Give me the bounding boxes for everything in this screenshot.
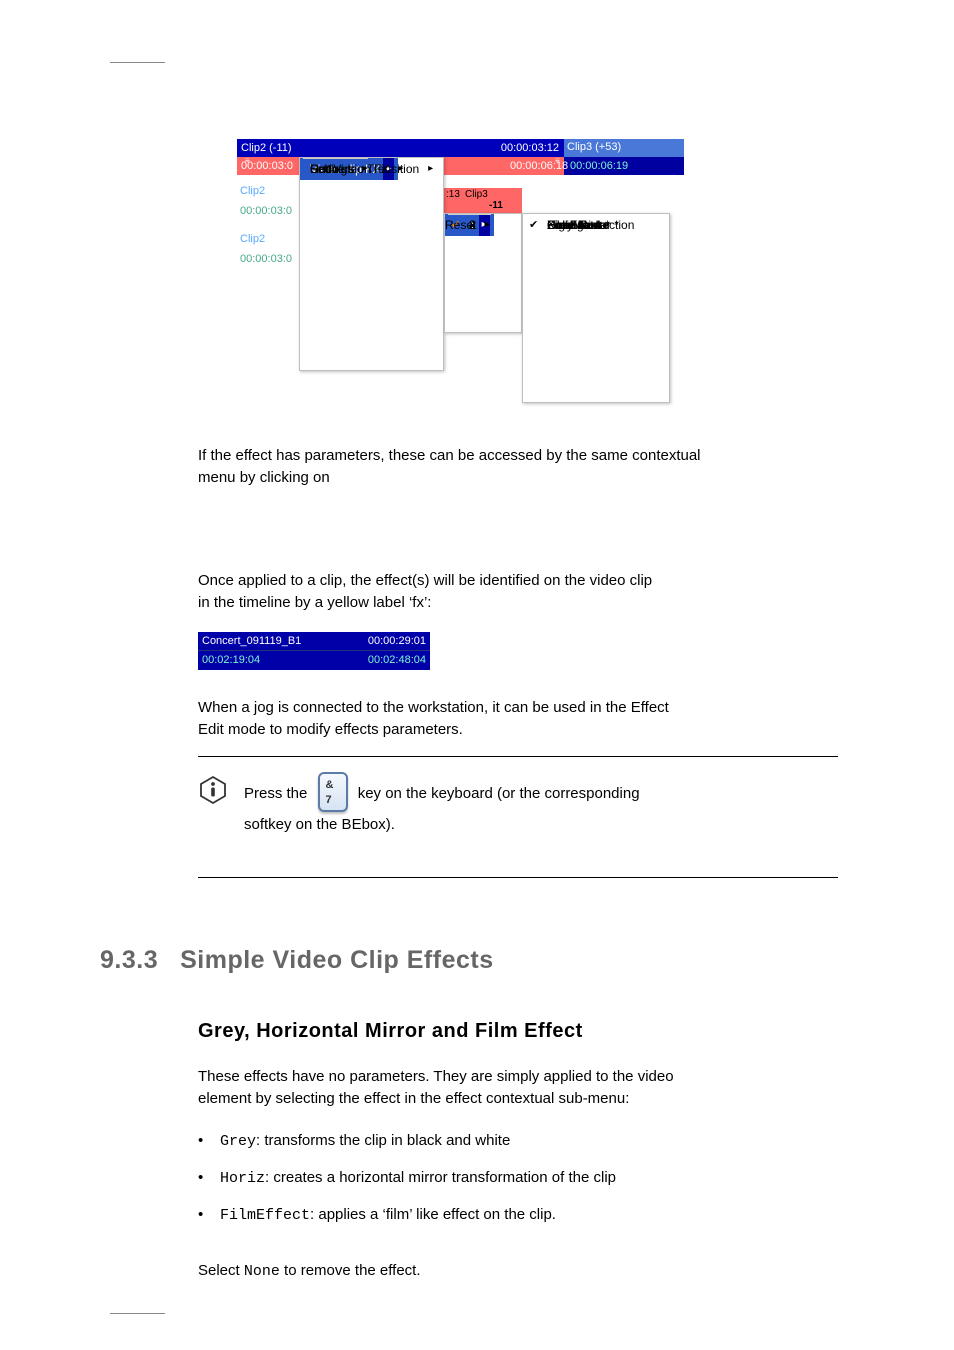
key-ampersand-7-icon: & 7 xyxy=(318,772,348,812)
paragraph: These effects have no parameters. They a… xyxy=(198,1066,838,1110)
grip-icon: ≡ xyxy=(555,156,559,165)
context-menu: Clip▸ Speed▸ Video clip FX▸ Conversion F… xyxy=(299,157,444,371)
note-text: Press the & 7 key on the keyboard (or th… xyxy=(244,774,838,837)
clip2-label: Clip2 (-11) xyxy=(238,140,295,156)
overlay-name: Clip3 xyxy=(465,189,488,200)
overlay-tc: :13 xyxy=(446,189,460,200)
clip-tc-out: 00:02:48:04 xyxy=(368,651,426,670)
section-heading: 9.3.3Simple Video Clip Effects xyxy=(100,946,494,975)
track-label: Clip2 xyxy=(240,233,265,245)
divider xyxy=(198,756,838,757)
divider xyxy=(198,877,838,878)
chevron-right-icon: ▸ xyxy=(428,158,433,180)
overlay-offset: -11 xyxy=(489,200,503,211)
grip-icon: ≡ xyxy=(245,156,249,165)
chevron-right-icon: ▸ xyxy=(362,158,367,180)
clip3-tc-b: 00:00:06:19 xyxy=(567,158,631,174)
clip2-tc: 00:00:03:12 xyxy=(498,140,562,156)
track-tc: 00:00:03:0 xyxy=(240,205,292,217)
clip3-tc-a: 00:00:06:18 xyxy=(507,158,571,174)
clip-name: Concert_091119_B1 xyxy=(202,632,301,651)
subsection-heading: Grey, Horizontal Mirror and Film Effect xyxy=(198,1020,583,1043)
paragraph: When a jog is connected to the workstati… xyxy=(198,697,838,741)
screenshot-contextual-menu: Clip2 (-11) 00:00:03:12 Clip3 (+53) 00:0… xyxy=(237,139,684,404)
menu-item-settings[interactable]: Settings▸ xyxy=(300,158,371,180)
note-icon xyxy=(198,775,228,810)
effect-list: •Grey: transforms the clip in black and … xyxy=(198,1130,838,1226)
paragraph: Select None to remove the effect. xyxy=(198,1260,838,1283)
clip3-header: Clip3 (+53) xyxy=(564,139,684,157)
screenshot-clip-bar: Concert_091119_B1 00:00:29:01 00:02:19:0… xyxy=(198,632,430,670)
fx-zoomlinear[interactable]: ZoomLinear * xyxy=(523,214,637,236)
fx-reset[interactable]: Reset xyxy=(445,214,494,236)
track-tc: 00:00:03:0 xyxy=(240,253,292,265)
fx-type-submenu: None ✔Grey Horiz mirror FilmEffect Color… xyxy=(522,213,670,403)
clip-duration: 00:00:29:01 xyxy=(368,632,426,651)
paragraph: If the effect has parameters, these can … xyxy=(198,445,838,489)
track-label: Clip2 xyxy=(240,185,265,197)
fx-slot-submenu: ✔1▸ 2▸ 3▸ 4▸ Reset xyxy=(444,213,522,333)
paragraph: Once applied to a clip, the effect(s) wi… xyxy=(198,570,838,614)
clip-tc-in: 00:02:19:04 xyxy=(202,651,260,670)
